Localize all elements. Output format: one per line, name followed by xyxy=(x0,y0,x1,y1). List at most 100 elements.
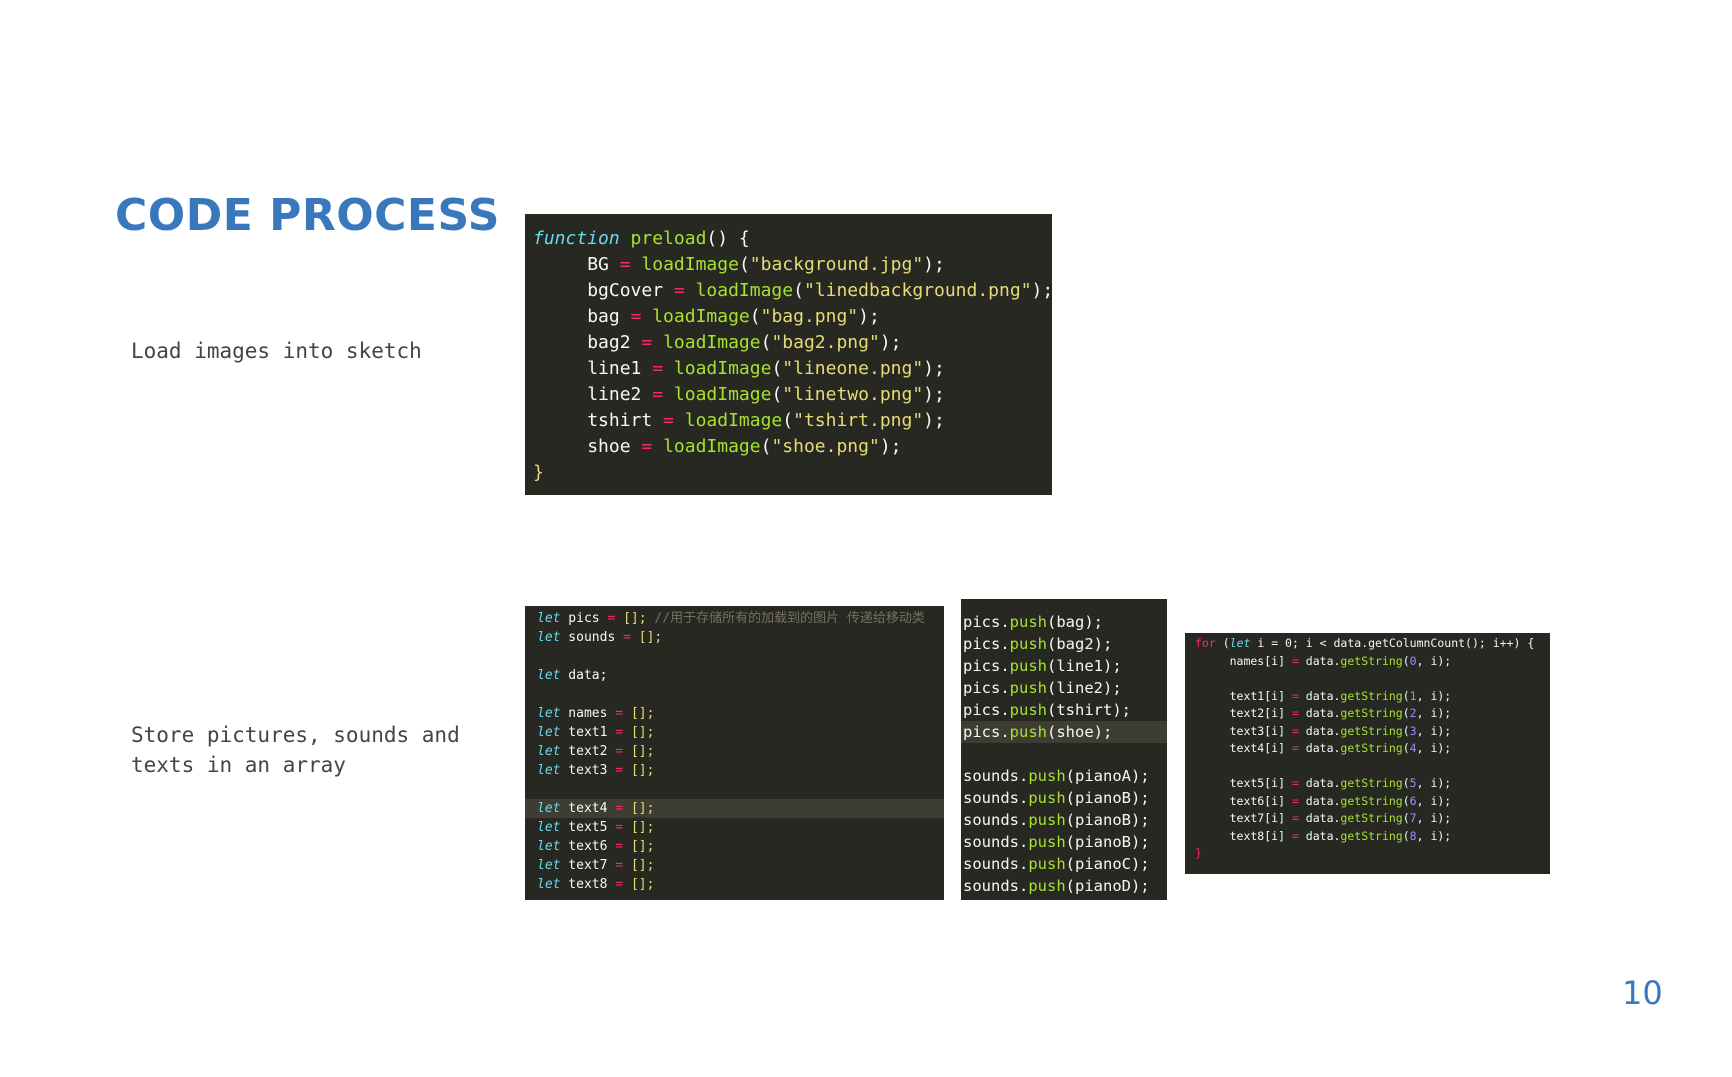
code-line: let pics = []; //用于存储所有的加载到的图片 传递给移动类 xyxy=(537,609,944,628)
code-token: = xyxy=(1291,741,1299,755)
code-line: bag = loadImage("bag.png"); xyxy=(533,304,1052,330)
code-token: []; xyxy=(630,858,655,873)
code-token: push xyxy=(1009,657,1047,675)
code-token: = xyxy=(615,839,624,854)
code-token: = xyxy=(630,436,664,457)
code-token: () { xyxy=(706,228,750,249)
code-line: pics.push(line1); xyxy=(963,655,1167,677)
code-token: 4 xyxy=(1409,741,1417,755)
code-line: pics.push(line2); xyxy=(963,677,1167,699)
code-token: pics. xyxy=(963,701,1010,719)
code-token: "linedbackground.png" xyxy=(803,280,1032,301)
code-line: let text4 = []; xyxy=(525,799,944,818)
code-token: ( xyxy=(1402,776,1410,790)
code-token: text1[i] xyxy=(1195,688,1292,703)
code-token: ( xyxy=(749,306,761,327)
code-line: let text1 = []; xyxy=(537,723,944,742)
code-token: getString xyxy=(1340,776,1403,790)
code-line: pics.push(tshirt); xyxy=(963,699,1167,721)
code-token: ); xyxy=(923,384,945,405)
code-token: pics. xyxy=(963,635,1010,653)
code-token: push xyxy=(1028,855,1066,873)
code-token: getString xyxy=(1340,723,1403,738)
code-token: pics. xyxy=(963,723,1010,741)
code-token: (pianoB); xyxy=(1065,811,1150,829)
code-token: (pianoB); xyxy=(1065,833,1150,851)
code-line: pics.push(bag2); xyxy=(963,633,1167,655)
code-token: , i); xyxy=(1416,688,1452,703)
code-line: line2 = loadImage("linetwo.png"); xyxy=(533,382,1052,408)
code-token: text5[i] xyxy=(1195,776,1292,790)
code-line: } xyxy=(533,460,1052,486)
code-token: names xyxy=(560,706,616,721)
code-token: "shoe.png" xyxy=(771,436,880,457)
code-token: ( xyxy=(1402,653,1410,668)
code-token: = xyxy=(608,254,642,275)
code-line: shoe = loadImage("shoe.png"); xyxy=(533,434,1052,460)
code-token: , i); xyxy=(1416,811,1452,825)
code-line: pics.push(shoe); xyxy=(961,721,1167,743)
code-line: } xyxy=(1195,845,1550,863)
code-token: push xyxy=(1028,833,1066,851)
code-token: "lineone.png" xyxy=(782,358,924,379)
code-line: sounds.push(pianoB); xyxy=(963,787,1167,809)
code-token: ( xyxy=(771,358,783,379)
code-token: data. xyxy=(1298,793,1341,808)
code-token: loadImage xyxy=(684,410,783,431)
code-token: push xyxy=(1009,679,1047,697)
code-line: pics.push(bag); xyxy=(963,611,1167,633)
code-token: loadImage xyxy=(641,254,739,275)
code-token: = xyxy=(1291,793,1299,808)
code-token: loadImage xyxy=(695,280,794,301)
code-line: bag2 = loadImage("bag2.png"); xyxy=(533,330,1052,356)
code-token: = xyxy=(663,280,696,301)
code-token: text3 xyxy=(560,763,616,778)
code-token: "bag2.png" xyxy=(771,332,880,353)
code-token: []; xyxy=(630,763,655,778)
code-token: sounds xyxy=(560,630,624,645)
code-line: let names = []; xyxy=(537,704,944,723)
code-token: bag xyxy=(587,306,620,327)
code-token: ( xyxy=(760,436,772,457)
code-token: shoe xyxy=(587,436,631,457)
code-line: sounds.push(pianoB); xyxy=(963,831,1167,853)
code-line: text1[i] = data.getString(1, i); xyxy=(1195,688,1550,706)
code-line: text4[i] = data.getString(4, i); xyxy=(1195,740,1550,758)
code-token: getString xyxy=(1340,828,1403,843)
code-line: let data; xyxy=(537,666,944,685)
code-line: let sounds = []; xyxy=(537,628,944,647)
code-token: text6[i] xyxy=(1195,793,1292,808)
code-screenshot-variables: let pics = []; //用于存储所有的加载到的图片 传递给移动类 let… xyxy=(525,606,944,900)
code-token: pics. xyxy=(963,613,1010,631)
code-token: getString xyxy=(1340,793,1403,808)
code-token: (line1); xyxy=(1047,657,1122,675)
code-token: loadImage xyxy=(673,384,772,405)
code-token: ( xyxy=(1402,828,1410,843)
code-token: text2[i] xyxy=(1195,706,1292,720)
code-token: (tshirt); xyxy=(1047,701,1131,719)
code-token: = xyxy=(615,706,624,721)
code-token: "linetwo.png" xyxy=(782,384,924,405)
code-token: text7[i] xyxy=(1195,811,1292,825)
code-token: ( xyxy=(1402,741,1410,755)
code-token: line1 xyxy=(587,358,642,379)
code-token: //用于存储所有的加载到的图片 传递给移动类 xyxy=(654,611,925,626)
code-token: push xyxy=(1009,613,1047,631)
code-token: 6 xyxy=(1409,793,1417,808)
code-token: sounds. xyxy=(963,833,1029,851)
code-line: tshirt = loadImage("tshirt.png"); xyxy=(533,408,1052,434)
code-token: (pianoA); xyxy=(1065,767,1150,785)
code-token: = xyxy=(615,858,624,873)
